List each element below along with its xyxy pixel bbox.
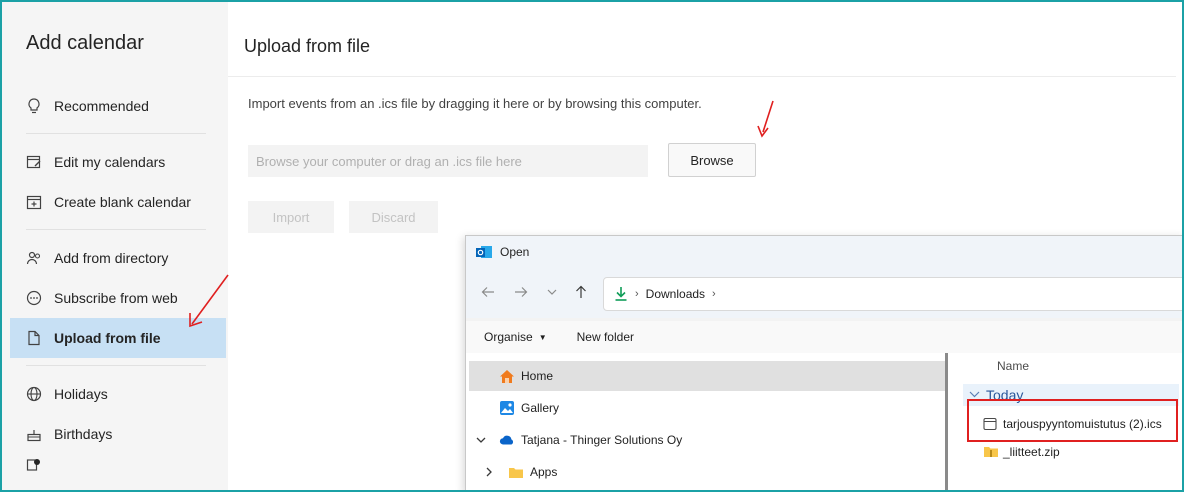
sidebar-item-label: Upload from file — [54, 330, 161, 346]
sidebar-item-birthdays[interactable]: Birthdays — [10, 414, 226, 454]
home-icon — [499, 368, 515, 384]
sidebar-item-edit-my-calendars[interactable]: Edit my calendars — [10, 142, 226, 182]
sidebar-divider — [26, 229, 206, 230]
sidebar-item-label: Add from directory — [54, 250, 169, 266]
outlook-app-icon — [476, 245, 492, 259]
tree-item-label: Gallery — [521, 401, 560, 415]
calendar-add-icon — [26, 194, 42, 210]
ellipsis-circle-icon — [26, 290, 42, 306]
people-icon — [26, 250, 42, 266]
lightbulb-icon — [26, 98, 42, 114]
sidebar-item-label: Subscribe from web — [54, 290, 178, 306]
dialog-titlebar: Open — [466, 236, 1182, 268]
up-arrow-icon[interactable] — [571, 282, 591, 302]
sidebar-item-label: Create blank calendar — [54, 194, 191, 210]
chevron-down-icon[interactable] — [476, 437, 490, 443]
tree-item-home[interactable]: Home — [469, 361, 945, 391]
zip-folder-icon — [983, 445, 998, 459]
chevron-right-icon[interactable] — [486, 467, 500, 477]
sidebar-item-holidays[interactable]: Holidays — [10, 374, 226, 414]
breadcrumb-chevron-icon: › — [635, 288, 639, 300]
screenshot-frame: Add calendar Recommended Edit my calenda… — [0, 0, 1184, 492]
tree-item-label: Apps — [530, 465, 558, 479]
back-arrow-icon[interactable] — [478, 282, 498, 302]
cake-icon — [26, 426, 42, 442]
browse-button[interactable]: Browse — [668, 143, 756, 177]
breadcrumb-chevron-icon[interactable]: › — [712, 288, 716, 300]
recent-chevron-down-icon[interactable] — [542, 282, 562, 302]
tree-item-apps[interactable]: Apps — [486, 457, 945, 487]
sidebar-divider — [26, 365, 206, 366]
navigation-scrollbar[interactable] — [945, 353, 948, 490]
breadcrumb-downloads[interactable]: Downloads — [646, 287, 705, 301]
address-bar[interactable]: › Downloads › — [603, 277, 1182, 311]
sidebar: Add calendar Recommended Edit my calenda… — [2, 2, 228, 490]
annotation-arrow-upload — [189, 274, 229, 328]
sidebar-divider — [26, 133, 206, 134]
dialog-toolbar: Organise ▼ New folder — [466, 321, 1182, 353]
sidebar-item-label: Holidays — [54, 386, 108, 402]
status-icon — [26, 458, 42, 474]
edit-calendar-icon — [26, 154, 42, 170]
navigation-pane: Home Gallery Tatjana - Thinger Solutions… — [466, 353, 945, 490]
tree-item-label: Home — [521, 369, 554, 383]
sidebar-item-create-blank-calendar[interactable]: Create blank calendar — [10, 182, 226, 222]
page-title: Upload from file — [244, 36, 371, 56]
annotation-arrow-browse — [757, 100, 774, 138]
file-row[interactable]: _liitteet.zip — [983, 439, 1060, 465]
caret-down-icon: ▼ — [538, 332, 547, 342]
dialog-title: Open — [500, 245, 530, 259]
file-name: _liitteet.zip — [1003, 445, 1060, 459]
forward-arrow-icon[interactable] — [511, 282, 531, 302]
tree-item-label: Tatjana - Thinger Solutions Oy — [521, 433, 683, 447]
title-divider — [228, 76, 1176, 77]
import-button[interactable]: Import — [248, 201, 334, 233]
open-file-dialog: Open › Downloads › Organise ▼ New folder… — [465, 235, 1182, 490]
download-icon — [614, 286, 628, 302]
folder-icon — [508, 464, 524, 480]
file-drop-field[interactable]: Browse your computer or drag an .ics fil… — [248, 145, 648, 177]
new-folder-button[interactable]: New folder — [577, 330, 634, 344]
sidebar-item-recommended[interactable]: Recommended — [10, 86, 226, 126]
sidebar-item-label: Edit my calendars — [54, 154, 166, 170]
organise-menu-button[interactable]: Organise ▼ — [484, 330, 547, 344]
gallery-icon — [499, 400, 515, 416]
cloud-icon — [499, 432, 515, 448]
document-icon — [26, 330, 42, 346]
tree-item-onedrive[interactable]: Tatjana - Thinger Solutions Oy — [476, 425, 945, 455]
sidebar-item-label: Recommended — [54, 98, 149, 114]
organise-label: Organise — [484, 330, 533, 344]
dialog-navbar: › Downloads › — [466, 268, 1182, 318]
instructions-text: Import events from an .ics file by dragg… — [248, 96, 702, 111]
sidebar-item-label: Birthdays — [54, 426, 113, 442]
tree-item-gallery[interactable]: Gallery — [469, 393, 945, 423]
sidebar-title: Add calendar — [26, 32, 144, 54]
globe-icon — [26, 386, 42, 402]
column-header-name[interactable]: Name — [997, 359, 1029, 373]
annotation-highlight-box — [967, 399, 1178, 442]
discard-button[interactable]: Discard — [349, 201, 438, 233]
